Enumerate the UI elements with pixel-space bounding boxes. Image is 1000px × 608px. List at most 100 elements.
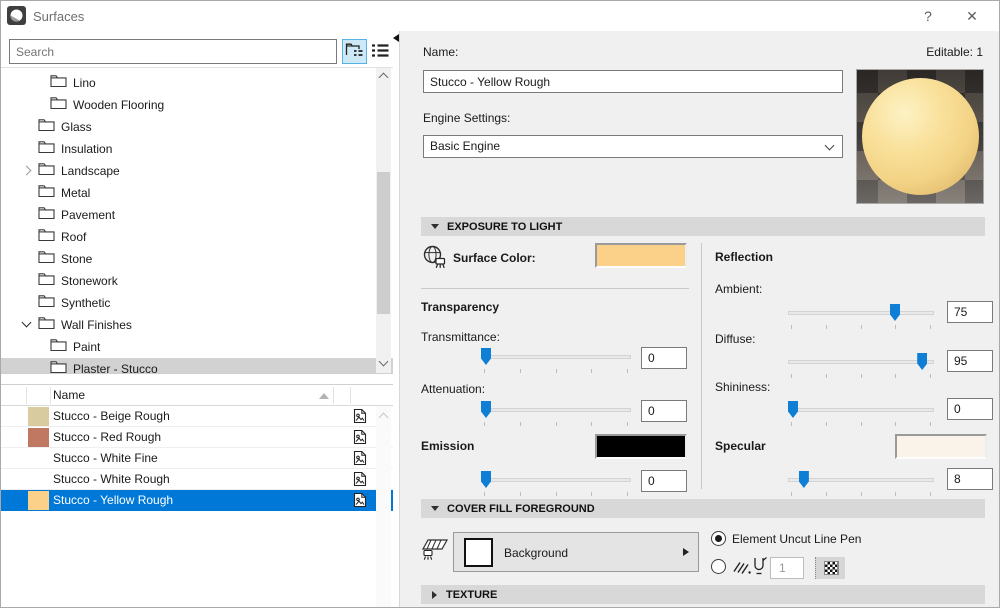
list-item[interactable]: Stucco - White Fine (1, 448, 393, 469)
collapse-triangle-icon (431, 506, 439, 511)
help-button[interactable]: ? (917, 7, 939, 25)
tree-item-synthetic[interactable]: Synthetic (1, 292, 376, 313)
transparency-label: Transparency (421, 300, 500, 314)
section-exposure-to-light[interactable]: EXPOSURE TO LIGHT (421, 217, 985, 236)
pen-number-input[interactable] (770, 557, 804, 579)
tree-item-label: Lino (73, 75, 96, 90)
transmittance-label: Transmittance: (421, 330, 500, 344)
surface-color-swatch[interactable] (595, 243, 687, 268)
section-texture[interactable]: TEXTURE (421, 585, 985, 604)
color-swatch (28, 449, 49, 468)
chevron-down-icon[interactable] (21, 317, 32, 328)
tree-item-label: Paint (73, 339, 101, 354)
tree-item-label: Roof (61, 229, 87, 244)
folder-icon (38, 162, 55, 179)
tree-item-wooden-flooring[interactable]: Wooden Flooring (1, 94, 376, 115)
specular-value[interactable]: 8 (947, 468, 993, 490)
attenuation-slider[interactable] (481, 401, 631, 428)
tree-view-button[interactable] (342, 39, 367, 64)
color-swatch (28, 470, 49, 489)
folder-icon (50, 360, 67, 373)
specular-color-swatch[interactable] (895, 434, 987, 459)
fill-picker-dropdown[interactable]: Background (453, 532, 699, 572)
shininess-slider[interactable] (788, 401, 934, 428)
list-item[interactable]: Stucco - White Rough (1, 469, 393, 490)
list-view-button[interactable] (368, 39, 393, 64)
tree-item-stone[interactable]: Stone (1, 248, 376, 269)
list-header[interactable]: Name (1, 385, 393, 406)
specular-slider[interactable] (788, 471, 934, 498)
tree-item-metal[interactable]: Metal (1, 182, 376, 203)
folder-icon (38, 118, 55, 135)
surface-name: Stucco - Beige Rough (53, 409, 170, 423)
tree-item-label: Synthetic (61, 295, 111, 310)
element-uncut-line-pen-label: Element Uncut Line Pen (732, 532, 862, 546)
folder-icon (38, 140, 55, 157)
surface-name-input[interactable] (423, 70, 843, 93)
list-item[interactable]: Stucco - Red Rough (1, 427, 393, 448)
ambient-slider[interactable] (788, 304, 934, 331)
folder-icon (50, 74, 67, 91)
tree-item-label: Landscape (61, 163, 120, 178)
cover-fill-icon (421, 537, 449, 566)
list-item-selected[interactable]: Stucco - Yellow Rough (1, 490, 393, 511)
folder-icon (50, 338, 67, 355)
close-button[interactable]: ✕ (961, 7, 983, 25)
tree-scrollbar[interactable] (376, 68, 391, 373)
pen-color-button[interactable] (815, 557, 845, 579)
tree-item-wall-finishes[interactable]: Wall Finishes (1, 314, 376, 335)
slider-thumb[interactable] (788, 401, 798, 418)
diffuse-value[interactable]: 95 (947, 350, 993, 372)
slider-thumb[interactable] (481, 401, 491, 418)
tree-item-paint[interactable]: Paint (1, 336, 376, 357)
emission-slider[interactable] (481, 471, 631, 498)
list-item[interactable]: Stucco - Beige Rough (1, 406, 393, 427)
tree-item-plaster-stucco[interactable]: Plaster - Stucco (1, 358, 393, 373)
folder-tree-icon (345, 42, 364, 62)
tree-item-pavement[interactable]: Pavement (1, 204, 376, 225)
folder-icon (38, 316, 55, 333)
ambient-value[interactable]: 75 (947, 301, 993, 323)
slider-thumb[interactable] (798, 471, 809, 488)
surfaces-app-icon (7, 6, 26, 25)
section-cover-fill-foreground[interactable]: COVER FILL FOREGROUND (421, 499, 985, 518)
name-column-header[interactable]: Name (53, 388, 85, 402)
folder-icon (50, 96, 67, 113)
scroll-up-icon[interactable] (378, 412, 389, 423)
title-bar: Surfaces ? ✕ (1, 1, 999, 31)
sort-ascending-icon[interactable] (319, 393, 329, 399)
tree-item-label: Pavement (61, 207, 116, 222)
emission-value[interactable]: 0 (641, 470, 687, 492)
shininess-value[interactable]: 0 (947, 398, 993, 420)
radio-element-uncut-line-pen[interactable] (711, 531, 726, 546)
transmittance-slider[interactable] (481, 348, 631, 375)
folder-icon (38, 228, 55, 245)
tree-item-lino[interactable]: Lino (1, 72, 376, 93)
tree-item-insulation[interactable]: Insulation (1, 138, 376, 159)
reflection-label: Reflection (715, 250, 774, 264)
slider-thumb[interactable] (481, 348, 491, 365)
search-input[interactable] (9, 39, 337, 64)
surface-preview (856, 69, 984, 204)
folder-icon (38, 184, 55, 201)
scrollbar-thumb[interactable] (377, 172, 390, 314)
transmittance-value[interactable]: 0 (641, 347, 687, 369)
scroll-down-icon[interactable] (378, 356, 389, 367)
surface-name: Stucco - White Fine (53, 451, 158, 465)
chevron-right-icon[interactable] (21, 165, 32, 176)
slider-thumb[interactable] (917, 353, 928, 370)
scroll-up-icon[interactable] (378, 72, 389, 83)
attenuation-value[interactable]: 0 (641, 400, 687, 422)
slider-thumb[interactable] (481, 471, 491, 488)
emission-color-swatch[interactable] (595, 434, 687, 459)
tree-item-landscape[interactable]: Landscape (1, 160, 376, 181)
engine-select[interactable]: Basic Engine (423, 135, 843, 158)
surfaces-dialog: Surfaces ? ✕ Lino Wooden Flooring Glass … (0, 0, 1000, 608)
tree-item-roof[interactable]: Roof (1, 226, 376, 247)
tree-item-stonework[interactable]: Stonework (1, 270, 376, 291)
tree-item-glass[interactable]: Glass (1, 116, 376, 137)
diffuse-slider[interactable] (788, 353, 934, 380)
slider-thumb[interactable] (890, 304, 900, 321)
radio-custom-pen[interactable] (711, 559, 726, 574)
list-scrollbar[interactable] (376, 406, 391, 607)
